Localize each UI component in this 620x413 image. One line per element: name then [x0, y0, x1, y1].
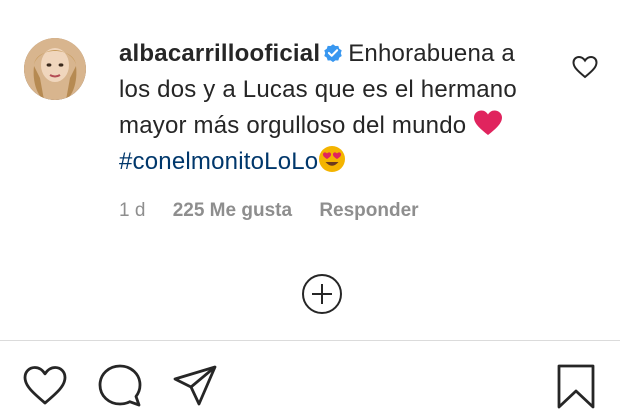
hashtag-link[interactable]: #conelmonitoLoLo [119, 148, 318, 175]
heart-outline-icon[interactable] [22, 363, 68, 409]
bookmark-icon[interactable] [553, 363, 599, 409]
comment-meta: 1 d 225 Me gusta Responder [119, 200, 441, 222]
paper-plane-icon[interactable] [172, 363, 218, 409]
heart-eyes-emoji-icon [319, 146, 346, 172]
speech-bubble-icon[interactable] [97, 363, 143, 409]
post-action-bar [0, 341, 620, 413]
heart-outline-icon[interactable] [572, 55, 598, 79]
red-heart-emoji-icon [474, 110, 503, 135]
comment-username[interactable]: albacarrillooficial [119, 40, 320, 67]
avatar-photo [24, 38, 86, 100]
plus-circle-icon[interactable] [300, 272, 344, 316]
comment-timestamp[interactable]: 1 d [119, 200, 145, 221]
comment-text: albacarrillooficial Enhorabuena a los dos… [119, 36, 539, 180]
comment-likes-count[interactable]: 225 Me gusta [173, 200, 292, 221]
avatar[interactable] [24, 38, 86, 100]
verified-badge-icon [324, 44, 342, 63]
reply-button[interactable]: Responder [319, 200, 418, 221]
comment-container: albacarrillooficial Enhorabuena a los dos… [0, 0, 620, 340]
